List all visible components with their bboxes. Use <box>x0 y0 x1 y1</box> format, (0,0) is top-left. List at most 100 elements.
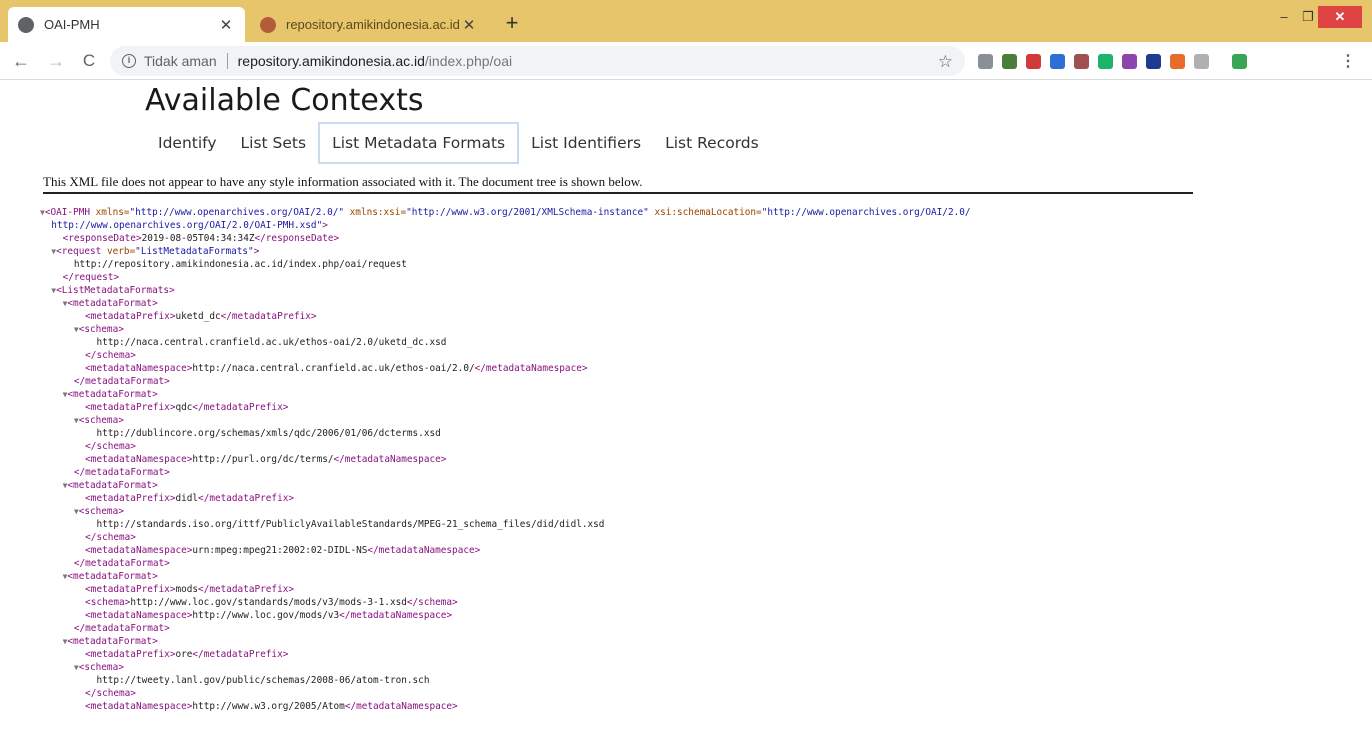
xml-line: <schema>http://www.loc.gov/standards/mod… <box>40 596 1290 609</box>
back-button[interactable]: ← <box>9 49 33 73</box>
xml-line: ▼<OAI-PMH xmlns="http://www.openarchives… <box>40 206 1290 219</box>
xml-text: http://standards.iso.org/ittf/PubliclyAv… <box>96 519 605 530</box>
xml-tag: <responseDate> <box>62 233 142 244</box>
xml-tag: </metadataPrefix> <box>198 493 294 504</box>
xml-tag: </metadataPrefix> <box>198 584 294 595</box>
tab-list-identifiers[interactable]: List Identifiers <box>519 124 653 162</box>
new-tab-button[interactable]: + <box>500 12 524 36</box>
xml-tag: <ListMetadataFormats> <box>56 285 175 296</box>
bookmark-star-icon[interactable]: ☆ <box>938 52 953 72</box>
xml-tag: > <box>322 220 328 231</box>
extension-icon[interactable] <box>1026 54 1041 69</box>
xml-tag: <metadataNamespace> <box>85 610 193 621</box>
xml-line: </request> <box>40 271 1290 284</box>
xml-tag: </responseDate> <box>254 233 340 244</box>
extension-icon[interactable] <box>1074 54 1089 69</box>
xml-tag: </metadataFormat> <box>73 467 170 478</box>
tab-title: repository.amikindonesia.ac.id/in <box>286 17 460 32</box>
xml-tag: <metadataFormat> <box>67 389 158 400</box>
xml-tag: </metadataNamespace> <box>367 545 481 556</box>
tab-list-metadata-formats[interactable]: List Metadata Formats <box>318 122 520 164</box>
xml-line: ▼<metadataFormat> <box>40 635 1290 648</box>
xml-tag: <schema> <box>78 662 124 673</box>
xml-val: "http://www.openarchives.org/OAI/2.0/" <box>129 207 344 218</box>
xml-tag: </schema> <box>85 441 136 452</box>
xml-attr: verb= <box>106 246 136 257</box>
tab-repository[interactable]: repository.amikindonesia.ac.id/in ✕ <box>250 7 488 42</box>
security-label[interactable]: Tidak aman <box>144 53 217 69</box>
xml-line: <metadataPrefix>ore</metadataPrefix> <box>40 648 1290 661</box>
url-path[interactable]: /index.php/oai <box>425 53 512 69</box>
browser-toolbar: ← → C i Tidak aman repository.amikindone… <box>0 42 1372 80</box>
xml-line: ▼<schema> <box>40 661 1290 674</box>
xml-text: http://naca.central.cranfield.ac.uk/etho… <box>192 363 475 374</box>
tab-strip: OAI-PMH ✕ repository.amikindonesia.ac.id… <box>0 0 1372 42</box>
xml-tag: </metadataFormat> <box>73 558 170 569</box>
xml-tag: <metadataFormat> <box>67 298 158 309</box>
xml-text: mods <box>175 584 199 595</box>
xml-line: ▼<metadataFormat> <box>40 570 1290 583</box>
xml-line: ▼<schema> <box>40 414 1290 427</box>
xml-tag: <schema> <box>85 597 131 608</box>
xml-text: http://dublincore.org/schemas/xmls/qdc/2… <box>96 428 441 439</box>
xml-line: ▼<metadataFormat> <box>40 388 1290 401</box>
reload-button[interactable]: C <box>77 49 101 73</box>
extension-icon[interactable] <box>1194 54 1209 69</box>
xml-text: http://tweety.lanl.gov/public/schemas/20… <box>96 675 430 686</box>
tab-list-sets[interactable]: List Sets <box>229 124 319 162</box>
xml-line: </schema> <box>40 531 1290 544</box>
xml-tag: <schema> <box>78 506 124 517</box>
close-window-button[interactable]: ✕ <box>1318 6 1362 28</box>
close-tab-icon[interactable]: ✕ <box>460 16 478 34</box>
xml-val: "ListMetadataFormats" <box>135 246 254 257</box>
xml-line: <metadataNamespace>http://purl.org/dc/te… <box>40 453 1290 466</box>
xml-tag: </metadataNamespace> <box>344 701 458 712</box>
tab-oai-pmh[interactable]: OAI-PMH ✕ <box>8 7 245 42</box>
xml-line: http://dublincore.org/schemas/xmls/qdc/2… <box>40 427 1290 440</box>
xml-line: </schema> <box>40 349 1290 362</box>
xml-line: <metadataPrefix>uketd_dc</metadataPrefix… <box>40 310 1290 323</box>
url-host[interactable]: repository.amikindonesia.ac.id <box>238 53 425 69</box>
extension-icon[interactable] <box>1050 54 1065 69</box>
xml-tag: <metadataPrefix> <box>85 402 176 413</box>
xml-line: <metadataNamespace>http://www.loc.gov/mo… <box>40 609 1290 622</box>
xml-tag: <schema> <box>78 415 124 426</box>
tab-title: OAI-PMH <box>44 17 100 32</box>
xml-text: uketd_dc <box>175 311 221 322</box>
xml-line: http://www.openarchives.org/OAI/2.0/OAI-… <box>40 219 1290 232</box>
extension-icon[interactable] <box>1232 54 1247 69</box>
xml-attr: xsi:schemaLocation= <box>648 207 762 218</box>
xml-line: </metadataFormat> <box>40 375 1290 388</box>
info-icon[interactable]: i <box>122 54 136 68</box>
extension-icon[interactable] <box>1002 54 1017 69</box>
xml-tag: <metadataNamespace> <box>85 454 193 465</box>
xml-tag: </schema> <box>85 532 136 543</box>
xml-tag: <metadataNamespace> <box>85 363 193 374</box>
forward-button[interactable]: → <box>44 49 68 73</box>
xml-tag: </metadataNamespace> <box>333 454 447 465</box>
extension-icon[interactable] <box>1170 54 1185 69</box>
xml-line: </metadataFormat> <box>40 557 1290 570</box>
tab-list-records[interactable]: List Records <box>653 124 771 162</box>
xml-style-notice: This XML file does not appear to have an… <box>43 174 643 189</box>
divider <box>43 192 1193 194</box>
extension-icon[interactable] <box>1122 54 1137 69</box>
extension-icon[interactable] <box>1098 54 1113 69</box>
xml-line: <metadataNamespace>http://www.w3.org/200… <box>40 700 1290 713</box>
xml-tag: </metadataPrefix> <box>220 311 317 322</box>
xml-text: didl <box>175 493 199 504</box>
xml-line: </schema> <box>40 440 1290 453</box>
menu-icon[interactable]: ⋮ <box>1340 51 1356 71</box>
globe-icon <box>18 16 34 33</box>
close-tab-icon[interactable]: ✕ <box>217 16 235 34</box>
address-bar[interactable]: i Tidak aman repository.amikindonesia.ac… <box>110 46 965 76</box>
extension-icon[interactable] <box>1146 54 1161 69</box>
xml-text: http://repository.amikindonesia.ac.id/in… <box>73 259 407 270</box>
xml-text: http://naca.central.cranfield.ac.uk/etho… <box>96 337 447 348</box>
xml-tag: <metadataFormat> <box>67 571 158 582</box>
context-tabs: Identify List Sets List Metadata Formats… <box>146 122 771 164</box>
xml-text: http://purl.org/dc/terms/ <box>192 454 334 465</box>
xml-tag: </metadataPrefix> <box>192 402 289 413</box>
tab-identify[interactable]: Identify <box>146 124 229 162</box>
extension-icon[interactable] <box>978 54 993 69</box>
